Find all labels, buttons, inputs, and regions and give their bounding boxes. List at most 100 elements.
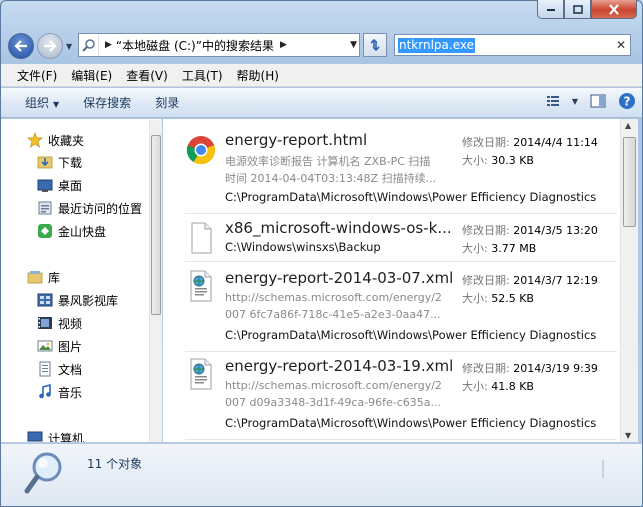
menu-view[interactable]: 查看(V) xyxy=(119,67,175,84)
back-button[interactable] xyxy=(8,33,34,59)
star-icon xyxy=(27,132,43,148)
sidebar-favorites[interactable]: 收藏夹 xyxy=(27,129,84,151)
sidebar-item-music[interactable]: 音乐 xyxy=(37,381,82,403)
object-count: 11 个对象 xyxy=(87,457,143,471)
caption-buttons xyxy=(537,0,637,19)
sidebar-libraries-label: 库 xyxy=(48,270,61,285)
help-icon[interactable]: ? xyxy=(618,92,636,110)
list-item[interactable]: x86_microsoft-windows-os-k... 修改日期: 2014… xyxy=(185,217,615,259)
result-date: 修改日期: 2014/4/4 11:14 xyxy=(462,134,598,150)
result-name[interactable]: energy-report.html xyxy=(225,131,367,149)
desktop-icon xyxy=(37,177,53,193)
result-name[interactable]: energy-report-2014-03-07.xml xyxy=(225,269,453,287)
breadcrumb-location[interactable]: “本地磁盘 (C:)”中的搜索结果 xyxy=(116,37,274,54)
date-label: 修改日期: xyxy=(462,362,510,375)
document-icon xyxy=(37,361,53,377)
xml-file-icon xyxy=(190,270,212,302)
sidebar-computer-label: 计算机 xyxy=(48,431,85,443)
refresh-button[interactable] xyxy=(363,33,387,57)
sidebar-item-documents[interactable]: 文档 xyxy=(37,358,82,380)
size-label: 大小: xyxy=(462,154,488,167)
breadcrumb-arrow[interactable]: ▶ xyxy=(280,40,287,50)
download-folder-icon xyxy=(37,154,53,170)
divider xyxy=(185,351,617,352)
xml-file-icon xyxy=(190,358,212,390)
list-item[interactable]: energy-report.html 修改日期: 2014/4/4 11:14 … xyxy=(185,129,615,211)
video-icon xyxy=(37,315,53,331)
navigation-scroll-thumb[interactable] xyxy=(151,135,161,315)
breadcrumb-separator[interactable]: ▶ xyxy=(105,40,112,50)
refresh-icon xyxy=(370,38,380,52)
forward-button[interactable] xyxy=(37,33,63,59)
sidebar-item-pictures[interactable]: 图片 xyxy=(37,335,82,357)
sidebar-item-videos[interactable]: 视频 xyxy=(37,312,82,334)
search-box[interactable]: ntkrnlpa.exe ✕ xyxy=(394,34,631,56)
result-description-line2: 时间 2014-04-04T03:13:48Z 扫描持续... xyxy=(225,172,437,185)
close-button[interactable] xyxy=(591,0,637,19)
recent-places-icon xyxy=(37,200,53,216)
menu-tools[interactable]: 工具(T) xyxy=(175,67,230,84)
sidebar-favorites-label: 收藏夹 xyxy=(48,133,85,148)
magnifier-icon xyxy=(24,452,62,494)
results-scrollbar[interactable]: ▲ ▼ xyxy=(620,119,638,442)
view-dropdown-icon[interactable]: ▼ xyxy=(572,97,578,106)
date-label: 修改日期: xyxy=(462,136,510,149)
change-view-icon[interactable] xyxy=(546,94,560,108)
date-label: 修改日期: xyxy=(462,274,510,287)
search-input[interactable]: ntkrnlpa.exe xyxy=(398,37,475,53)
navigation-scrollbar[interactable] xyxy=(149,120,162,442)
list-item[interactable]: energy-report-2014-03-07.xml 修改日期: 2014/… xyxy=(185,267,615,349)
scroll-up-icon[interactable]: ▲ xyxy=(625,121,631,130)
sidebar-item-downloads[interactable]: 下载 xyxy=(37,151,82,173)
chevron-down-icon: ▼ xyxy=(53,100,60,109)
sidebar-item-label: 金山快盘 xyxy=(58,224,107,239)
maximize-button[interactable] xyxy=(564,0,591,19)
result-size: 大小: 30.3 KB xyxy=(462,152,534,168)
list-item[interactable]: energy-report-2014-03-19.xml 修改日期: 2014/… xyxy=(185,355,615,437)
address-bar[interactable]: ▶ “本地磁盘 (C:)”中的搜索结果 ▶ ▼ xyxy=(78,33,360,57)
result-description-line2: 007 6fc7a86f-718c-41e5-a2e3-0aa47... xyxy=(225,308,441,321)
scroll-down-icon[interactable]: ▼ xyxy=(625,431,631,440)
sidebar-item-label: 文档 xyxy=(58,362,83,377)
address-dropdown[interactable]: ▼ xyxy=(350,40,357,50)
back-arrow-icon xyxy=(14,40,27,52)
result-path: C:\ProgramData\Microsoft\Windows\Power E… xyxy=(225,328,597,342)
menu-help[interactable]: 帮助(H) xyxy=(230,67,286,84)
minimize-button[interactable] xyxy=(537,0,564,19)
organize-label: 组织 xyxy=(25,96,50,110)
burn-button[interactable]: 刻录 xyxy=(155,94,179,111)
maximize-icon xyxy=(572,4,583,14)
clear-search-icon[interactable]: ✕ xyxy=(616,38,626,52)
result-description-line1: 电源效率诊断报告 计算机名 ZXB-PC 扫描 xyxy=(225,155,431,168)
search-folder-icon xyxy=(79,34,99,56)
result-description-line1: http://schemas.microsoft.com/energy/2 xyxy=(225,379,442,392)
sidebar-item-kuaipan[interactable]: 金山快盘 xyxy=(37,220,106,242)
date-value: 2014/3/5 13:20 xyxy=(513,224,598,237)
sidebar-item-recent[interactable]: 最近访问的位置 xyxy=(37,197,142,219)
result-name[interactable]: x86_microsoft-windows-os-k... xyxy=(225,219,452,237)
result-date: 修改日期: 2014/3/19 9:39 xyxy=(462,360,598,376)
sidebar-item-desktop[interactable]: 桌面 xyxy=(37,174,82,196)
sidebar-item-baofeng[interactable]: 暴风影视库 xyxy=(37,289,118,311)
menu-file[interactable]: 文件(F) xyxy=(1,67,64,84)
sidebar-item-label: 桌面 xyxy=(58,178,83,193)
result-name[interactable]: energy-report-2014-03-19.xml xyxy=(225,357,453,375)
search-results: energy-report.html 修改日期: 2014/4/4 11:14 … xyxy=(163,119,620,442)
divider xyxy=(185,439,617,440)
chrome-icon xyxy=(186,136,216,165)
picture-icon xyxy=(37,338,53,354)
sidebar-computer[interactable]: 计算机 xyxy=(27,427,84,442)
date-value: 2014/3/19 9:39 xyxy=(513,362,598,375)
menu-bar: 文件(F) 编辑(E) 查看(V) 工具(T) 帮助(H) xyxy=(1,64,642,87)
computer-icon xyxy=(27,430,43,442)
save-search-button[interactable]: 保存搜索 xyxy=(83,94,131,111)
kuaipan-icon xyxy=(37,223,53,239)
menu-edit[interactable]: 编辑(E) xyxy=(64,67,119,84)
organize-button[interactable]: 组织 ▼ xyxy=(25,94,59,111)
recent-pages-dropdown[interactable]: ▼ xyxy=(66,42,72,51)
results-scroll-thumb[interactable] xyxy=(623,137,636,227)
preview-pane-icon[interactable] xyxy=(590,94,606,108)
sidebar-libraries[interactable]: 库 xyxy=(27,266,60,288)
details-pane: 11 个对象 xyxy=(1,443,642,506)
navigation-pane: 收藏夹 下载 桌面 最近访问的位置 金山快盘 库 暴风影视库 视频 图片 文档 … xyxy=(1,119,162,442)
